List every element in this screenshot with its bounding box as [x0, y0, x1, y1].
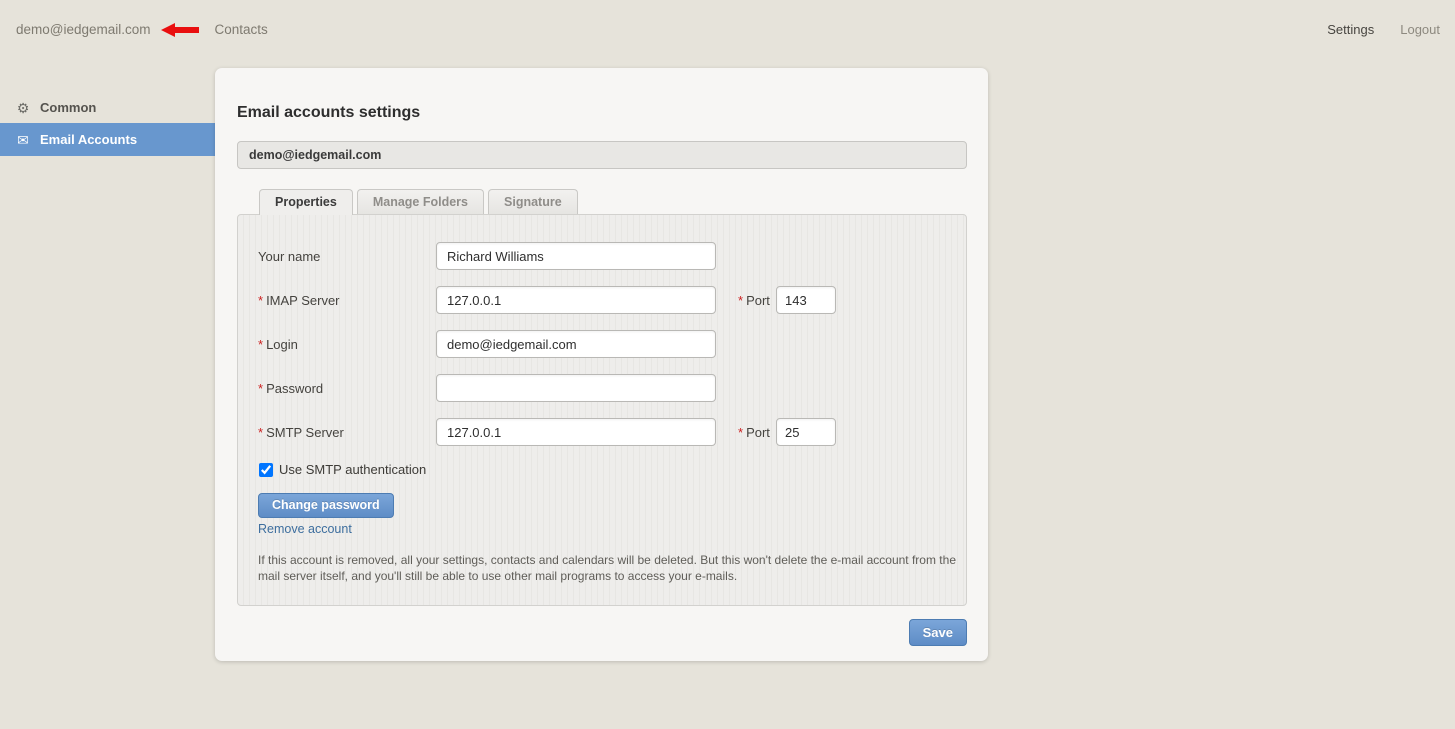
tab-manage-folders[interactable]: Manage Folders: [357, 189, 484, 214]
login-label: *Login: [258, 337, 436, 352]
imap-port-label: *Port: [738, 293, 776, 308]
login-row: *Login: [258, 330, 966, 358]
email-accounts-settings-card: Email accounts settings demo@iedgemail.c…: [215, 68, 988, 661]
smtp-server-input[interactable]: [436, 418, 716, 446]
save-button[interactable]: Save: [909, 619, 967, 646]
page-title: Email accounts settings: [237, 104, 420, 122]
sidebar-item-common[interactable]: ⚙ Common: [0, 92, 217, 123]
contacts-link[interactable]: Contacts: [215, 22, 268, 37]
login-input[interactable]: [436, 330, 716, 358]
imap-port-input[interactable]: [776, 286, 836, 314]
gear-icon: ⚙: [14, 100, 32, 116]
sidebar-item-label: Common: [40, 100, 96, 115]
annotation-arrow-icon: [161, 23, 199, 37]
password-label: *Password: [258, 381, 436, 396]
remove-account-link[interactable]: Remove account: [258, 522, 352, 536]
top-bar: demo@iedgemail.com Contacts Settings Log…: [0, 0, 1455, 50]
smtp-auth-row: Use SMTP authentication: [258, 462, 966, 477]
tab-bar: Properties Manage Folders Signature: [237, 189, 578, 215]
arrow-tail: [175, 27, 199, 33]
password-input[interactable]: [436, 374, 716, 402]
your-name-input[interactable]: [436, 242, 716, 270]
smtp-server-label: *SMTP Server: [258, 425, 436, 440]
account-email-menu[interactable]: demo@iedgemail.com: [16, 22, 151, 37]
arrow-head: [161, 23, 175, 37]
account-display-bar[interactable]: demo@iedgemail.com: [237, 141, 967, 169]
remove-account-note: If this account is removed, all your set…: [258, 552, 958, 584]
smtp-server-row: *SMTP Server *Port: [258, 418, 966, 446]
sidebar-item-label: Email Accounts: [40, 132, 137, 147]
logout-link[interactable]: Logout: [1400, 22, 1440, 37]
imap-server-row: *IMAP Server *Port: [258, 286, 966, 314]
your-name-label: Your name: [258, 249, 436, 264]
tab-properties[interactable]: Properties: [259, 189, 353, 215]
settings-link[interactable]: Settings: [1327, 22, 1374, 37]
change-password-button[interactable]: Change password: [258, 493, 394, 518]
envelope-icon: ✉: [14, 132, 32, 148]
smtp-port-input[interactable]: [776, 418, 836, 446]
sidebar-item-email-accounts[interactable]: ✉ Email Accounts: [0, 123, 217, 156]
smtp-auth-label[interactable]: Use SMTP authentication: [279, 462, 426, 477]
smtp-port-label: *Port: [738, 425, 776, 440]
properties-panel: Your name *IMAP Server *Port *Login *Pas…: [237, 214, 967, 606]
tab-signature[interactable]: Signature: [488, 189, 578, 214]
your-name-row: Your name: [258, 242, 966, 270]
imap-server-input[interactable]: [436, 286, 716, 314]
smtp-auth-checkbox[interactable]: [259, 463, 273, 477]
imap-server-label: *IMAP Server: [258, 293, 436, 308]
password-row: *Password: [258, 374, 966, 402]
settings-sidebar: ⚙ Common ✉ Email Accounts: [0, 92, 217, 156]
